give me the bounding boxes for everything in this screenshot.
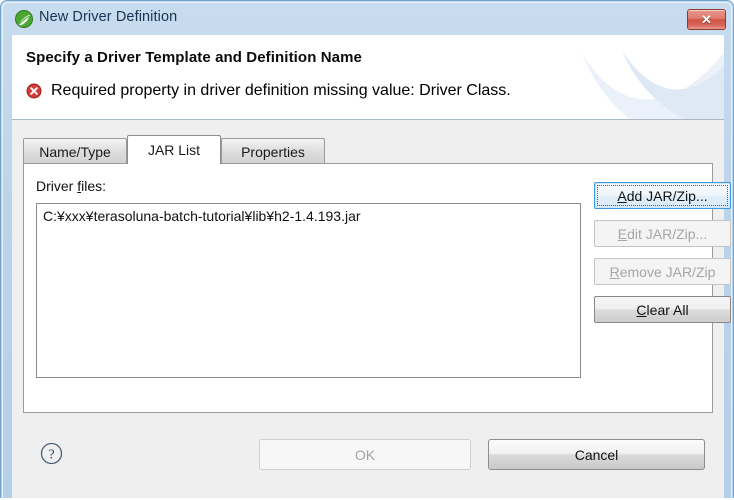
driver-files-list[interactable]: C:¥xxx¥terasoluna-batch-tutorial¥lib¥h2-… [36,203,581,378]
driver-files-label-post: iles: [81,178,107,194]
remove-jar-zip-button[interactable]: Remove JAR/Zip [594,258,731,285]
close-button[interactable]: ✕ [687,9,726,30]
tab-jar-list[interactable]: JAR List [127,135,221,164]
tab-jar-list-label: JAR List [147,142,201,158]
remove-jar-zip-mnemonic: R [609,263,620,280]
edit-jar-zip-mnemonic: E [617,225,628,242]
status-message-row: Required property in driver definition m… [26,82,511,100]
add-jar-zip-mnemonic: A [617,187,627,204]
remove-jar-zip-label: emove JAR/Zip [619,263,716,280]
add-jar-zip-button[interactable]: Add JAR/Zip... [594,182,731,209]
error-icon [26,83,42,99]
svg-text:?: ? [48,447,54,462]
footer-separator [12,414,724,415]
cancel-button-label: Cancel [574,446,619,463]
header-decoration-graphic [582,51,724,119]
clear-all-label: lear All [646,301,689,318]
tab-name-type[interactable]: Name/Type [23,138,127,164]
dialog-window: New Driver Definition ✕ Specify a Driver… [0,0,734,500]
jar-list-panel: Driver files: C:¥xxx¥terasoluna-batch-tu… [23,163,731,413]
driver-files-label-pre: Driver [36,178,78,194]
clear-all-button[interactable]: Clear All [594,296,731,323]
help-question-icon[interactable]: ? [40,442,63,465]
wizard-header: Specify a Driver Template and Definition… [12,35,724,119]
title-bar[interactable]: New Driver Definition ✕ [3,3,733,35]
list-item[interactable]: C:¥xxx¥terasoluna-batch-tutorial¥lib¥h2-… [37,204,580,224]
driver-files-label: Driver files: [36,178,106,194]
tab-name-type-label: Name/Type [39,143,111,160]
dialog-body: Name/Type JAR List Properties Driver fil… [12,120,731,499]
edit-jar-zip-button[interactable]: Edit JAR/Zip... [594,220,731,247]
cancel-button[interactable]: Cancel [488,439,705,470]
edit-jar-zip-label: dit JAR/Zip... [627,225,708,242]
clear-all-mnemonic: C [636,301,647,318]
status-message-text: Required property in driver definition m… [51,82,511,99]
spring-leaf-icon [15,10,33,28]
tab-properties[interactable]: Properties [221,138,325,164]
ok-button-label: OK [354,446,376,463]
tab-properties-label: Properties [241,143,305,160]
add-jar-zip-label: dd JAR/Zip... [626,187,708,204]
page-title: Specify a Driver Template and Definition… [26,49,362,66]
ok-button[interactable]: OK [259,439,471,470]
close-icon: ✕ [701,11,712,27]
window-title: New Driver Definition [39,9,178,25]
